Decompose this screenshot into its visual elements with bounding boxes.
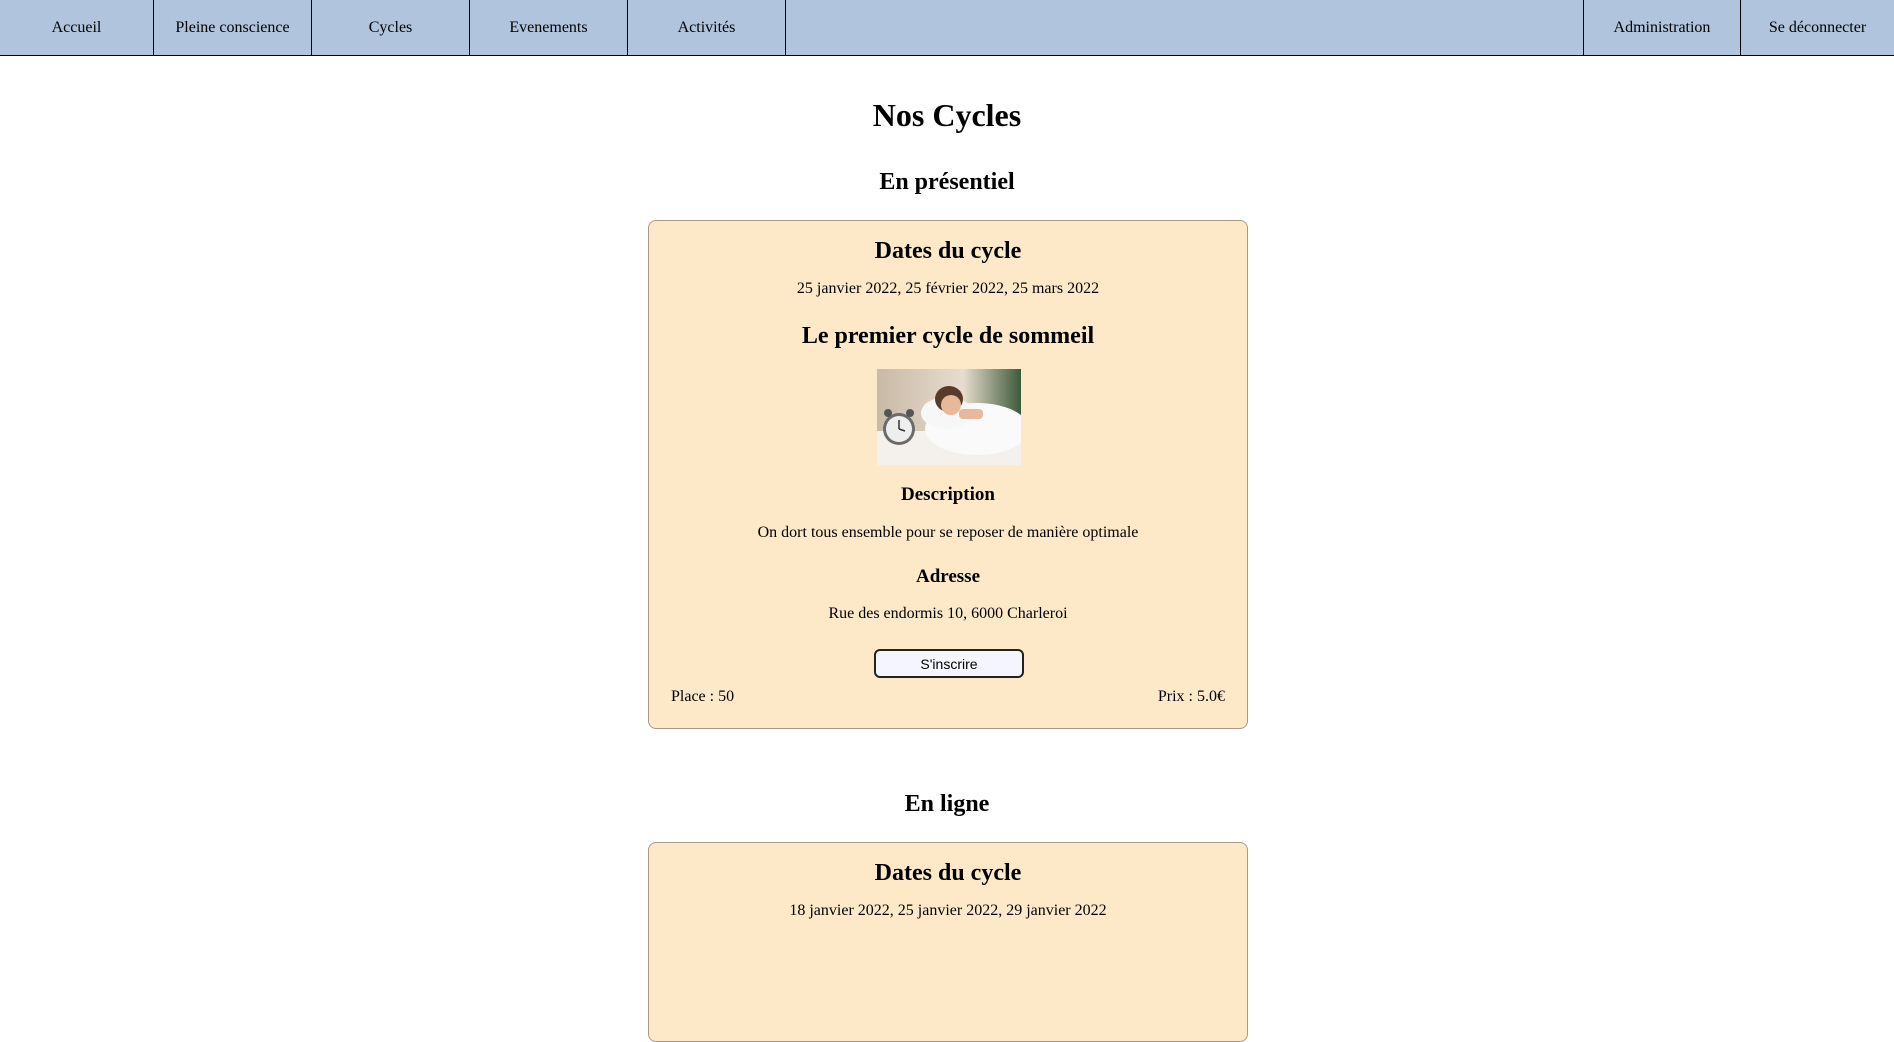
section-title-presentiel: En présentiel [879,169,1015,195]
description-heading: Description [901,484,995,505]
cycle-name: Le premier cycle de sommeil [801,323,1095,349]
register-button[interactable]: S'inscrire [874,649,1024,678]
nav-item-administration[interactable]: Administration [1583,0,1740,56]
nav-item-pleine-conscience[interactable]: Pleine conscience [154,0,312,56]
cycle-card: Dates du cycle 25 janvier 2022, 25 févri… [648,220,1248,729]
cycle-address: Rue des endormis 10, 6000 Charleroi [828,605,1068,622]
sleeping-woman-image [877,369,1021,465]
cycle-description: On dort tous ensemble pour se reposer de… [757,524,1139,541]
nav-item-accueil[interactable]: Accueil [0,0,154,56]
sleeping-woman-photo [877,369,1021,465]
nav-item-logout[interactable]: Se déconnecter [1740,0,1894,56]
top-navigation: Accueil Pleine conscience Cycles Eveneme… [0,0,1894,56]
section-title-en-ligne: En ligne [904,791,990,817]
cycle-dates: 25 janvier 2022, 25 février 2022, 25 mar… [796,280,1100,297]
cycle-card: Dates du cycle 18 janvier 2022, 25 janvi… [648,842,1248,1042]
cycle-dates-heading: Dates du cycle [874,238,1022,264]
cycle-dates: 18 janvier 2022, 25 janvier 2022, 29 jan… [789,902,1107,919]
nav-left-group: Accueil Pleine conscience Cycles Eveneme… [0,0,786,56]
address-heading: Adresse [915,566,981,587]
cycle-price: Prix : 5.0€ [1157,688,1225,705]
nav-right-group: Administration Se déconnecter [1583,0,1894,56]
nav-item-activites[interactable]: Activités [628,0,786,56]
cycle-dates-heading: Dates du cycle [874,860,1022,886]
nav-item-evenements[interactable]: Evenements [470,0,628,56]
page-title: Nos Cycles [872,97,1022,133]
nav-item-cycles[interactable]: Cycles [312,0,470,56]
cycle-places: Place : 50 [671,688,735,705]
